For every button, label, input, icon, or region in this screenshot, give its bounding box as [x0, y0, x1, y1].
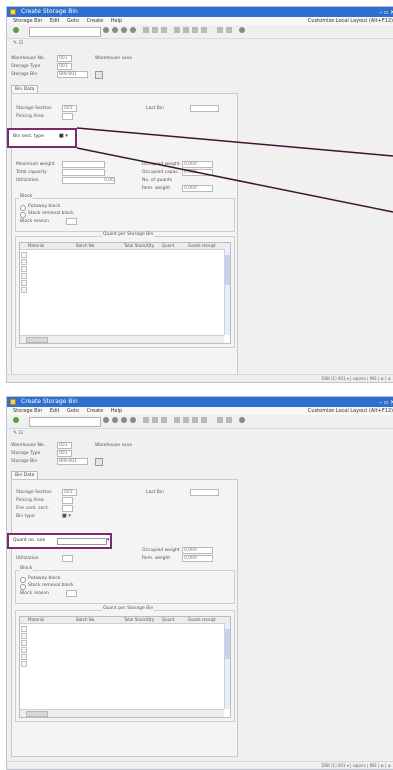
putaway-block-label: Putaway block — [28, 576, 61, 581]
quant-no-rule-field[interactable] — [57, 538, 107, 545]
block-reason-field[interactable] — [66, 590, 77, 597]
col-material[interactable]: Material — [28, 617, 44, 623]
picking-area-label: Picking Area — [16, 498, 44, 503]
vertical-scrollbar[interactable] — [224, 623, 230, 709]
horizontal-scrollbar[interactable] — [20, 709, 224, 717]
row-selector[interactable] — [21, 633, 27, 639]
tab-panel: Storage Section 001 Last Bin Picking Are… — [11, 479, 238, 757]
warehouse-no-field[interactable]: 001 — [57, 442, 72, 449]
quants-group: Quant per Storage Bin Material Batch No.… — [15, 606, 235, 722]
window-title: Create Storage Bin — [21, 398, 78, 405]
fire-cont-sect-label: Fire cont. sect. — [16, 506, 49, 511]
exit-icon[interactable] — [121, 417, 127, 423]
menu-item-create[interactable]: Create — [87, 408, 104, 414]
occupied-weight-field: 0.000 — [182, 547, 213, 554]
storage-type-field[interactable]: 001 — [57, 450, 72, 457]
back-icon[interactable] — [112, 417, 118, 423]
row-selector[interactable] — [21, 654, 27, 660]
bin-details-icon[interactable] — [95, 458, 103, 466]
col-batch[interactable]: Batch No. — [76, 617, 95, 623]
putaway-block-checkbox[interactable] — [20, 577, 26, 583]
storage-type-label: Storage Type — [11, 451, 41, 456]
warehouse-no-label: Warehouse No. — [11, 443, 45, 448]
bin-type-field[interactable]: ■ ▾ — [62, 513, 71, 519]
shortcut-icon[interactable] — [226, 417, 232, 423]
row-selector[interactable] — [21, 647, 27, 653]
rem-weight-label: Rem. weight — [142, 556, 171, 561]
stock-removal-block-checkbox[interactable] — [20, 584, 26, 590]
cancel-icon[interactable] — [130, 417, 136, 423]
customize-layout[interactable]: Customize Local Layout (Alt+F12) — [308, 407, 393, 415]
menu-item-storage-bin[interactable]: Storage Bin — [13, 408, 42, 414]
toolbar — [7, 415, 393, 429]
prev-page-icon[interactable] — [183, 417, 189, 423]
command-field[interactable] — [29, 417, 101, 427]
menu-item-edit[interactable]: Edit — [50, 408, 60, 414]
col-goods-receipt[interactable]: Goods receipt — [188, 617, 216, 623]
scroll-thumb[interactable] — [26, 711, 48, 717]
row-selector[interactable] — [21, 661, 27, 667]
last-page-icon[interactable] — [201, 417, 207, 423]
block-group-title: Block — [19, 566, 34, 571]
menu-item-help[interactable]: Help — [111, 408, 122, 414]
help-icon[interactable] — [239, 417, 245, 423]
enter-icon[interactable] — [13, 417, 19, 423]
first-page-icon[interactable] — [174, 417, 180, 423]
print-icon[interactable] — [143, 417, 149, 423]
utilization-label: Utilization — [16, 556, 39, 561]
last-bin-field[interactable] — [190, 489, 219, 496]
warehouse-desc: Warehouse xxxx — [95, 443, 133, 448]
callout-box-quant-no-rule: Quant no. rule ▾ — [7, 533, 112, 549]
quants-group-title: Quant per Storage Bin — [102, 606, 155, 611]
last-bin-label: Last Bin — [146, 490, 164, 495]
col-quant[interactable]: Quant — [162, 617, 174, 623]
storage-section-field[interactable]: 001 — [62, 489, 77, 496]
storage-section-label: Storage Section — [16, 490, 52, 495]
window-2: Create Storage Bin – ▫ ✕ Storage Bin Edi… — [6, 396, 393, 770]
scroll-thumb[interactable] — [225, 629, 230, 659]
storage-bin-field[interactable]: BIN-001 — [57, 458, 88, 465]
new-session-icon[interactable] — [217, 417, 223, 423]
menu-item-goto[interactable]: Goto — [67, 408, 79, 414]
bin-type-label: Bin type — [16, 514, 35, 519]
utilization-field — [62, 555, 73, 562]
title-bar: Create Storage Bin – ▫ ✕ — [7, 397, 393, 407]
find-icon[interactable] — [152, 417, 158, 423]
quants-table-header: Material Batch No. Total Stock/Qty Quant… — [20, 617, 230, 624]
quant-no-rule-label: Quant no. rule — [13, 538, 46, 543]
dropdown-icon[interactable]: ▾ — [107, 537, 110, 543]
app-icon — [10, 399, 16, 405]
next-page-icon[interactable] — [192, 417, 198, 423]
find-next-icon[interactable] — [161, 417, 167, 423]
application-toolbar[interactable]: ✎ ⊡ — [7, 429, 393, 438]
storage-bin-label: Storage Bin — [11, 459, 38, 464]
menu-bar: Storage Bin Edit Goto Create Help Custom… — [7, 407, 393, 415]
block-reason-label: Block reason — [20, 591, 49, 596]
save-icon[interactable] — [103, 417, 109, 423]
stock-removal-block-label: Stock removal block — [28, 583, 74, 588]
block-group: Block Putaway block Stock removal block … — [15, 566, 235, 604]
row-selector[interactable] — [21, 640, 27, 646]
tab-bin-data[interactable]: Bin Data — [11, 471, 39, 479]
rem-weight-field: 0.000 — [182, 555, 213, 562]
fire-cont-sect-field[interactable] — [62, 505, 73, 512]
col-total-stock[interactable]: Total Stock/Qty — [124, 617, 154, 623]
picking-area-field[interactable] — [62, 497, 73, 504]
row-selector[interactable] — [21, 626, 27, 632]
occupied-weight-label: Occupied weight — [142, 548, 180, 553]
quants-table: Material Batch No. Total Stock/Qty Quant… — [19, 616, 231, 718]
